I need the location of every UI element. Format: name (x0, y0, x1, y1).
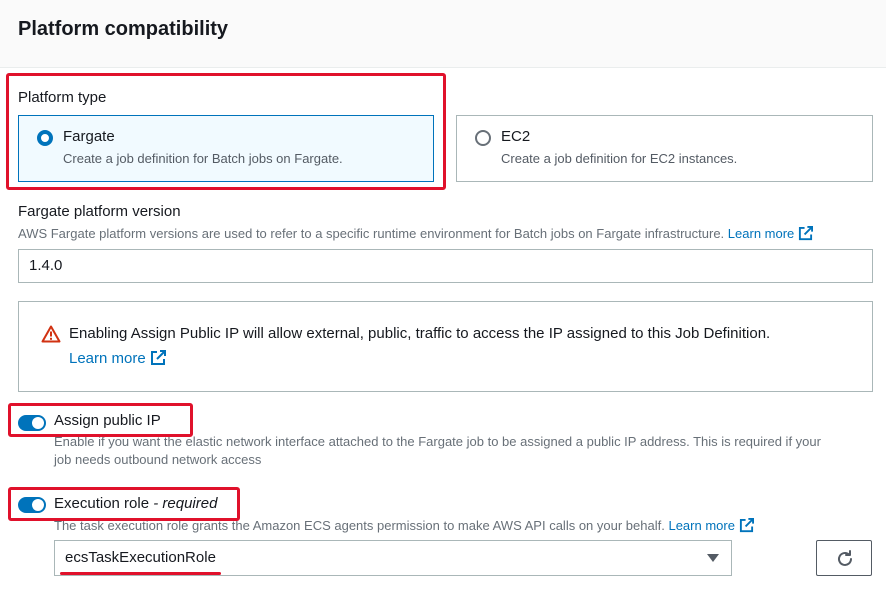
alert-message: Enabling Assign Public IP will allow ext… (69, 325, 771, 342)
platform-option-ec2[interactable]: EC2 Create a job definition for EC2 inst… (456, 115, 873, 182)
warning-icon (41, 325, 61, 343)
annotation-role-underline (60, 572, 221, 575)
assign-public-ip-toggle[interactable] (18, 415, 46, 431)
ec2-option-description: Create a job definition for EC2 instance… (501, 151, 738, 166)
assign-public-ip-description-1: Enable if you want the elastic network i… (54, 434, 821, 449)
caret-down-icon (707, 554, 719, 562)
section-title: Platform compatibility (18, 18, 229, 40)
ec2-radio[interactable] (475, 130, 491, 146)
assign-public-ip-description-2: job needs outbound network access (54, 452, 262, 467)
execution-role-toggle[interactable] (18, 497, 46, 513)
execution-role-learn-more-link[interactable]: Learn more (668, 518, 754, 533)
assign-public-ip-label: Assign public IP (54, 412, 161, 429)
section-header: Platform compatibility (0, 0, 886, 68)
execution-role-selected-value: ecsTaskExecutionRole (65, 549, 216, 566)
fargate-version-description-text: AWS Fargate platform versions are used t… (18, 226, 725, 241)
external-link-icon (150, 350, 166, 365)
alert-learn-more-link[interactable]: Learn more (69, 350, 166, 367)
required-suffix: - required (149, 495, 218, 512)
execution-role-select[interactable]: ecsTaskExecutionRole (54, 540, 732, 576)
fargate-version-description: AWS Fargate platform versions are used t… (18, 226, 814, 241)
fargate-version-label: Fargate platform version (18, 203, 181, 220)
fargate-radio[interactable] (37, 130, 53, 146)
fargate-option-description: Create a job definition for Batch jobs o… (63, 151, 343, 166)
fargate-version-input[interactable]: 1.4.0 (18, 249, 873, 283)
execution-role-label: Execution role - required (54, 495, 218, 512)
external-link-icon (739, 518, 754, 533)
fargate-version-learn-more-link[interactable]: Learn more (728, 226, 814, 241)
public-ip-warning-alert: Enabling Assign Public IP will allow ext… (18, 301, 873, 392)
platform-type-label: Platform type (18, 89, 107, 106)
execution-role-description-text: The task execution role grants the Amazo… (54, 518, 665, 533)
external-link-icon (799, 226, 814, 241)
refresh-roles-button[interactable] (816, 540, 872, 576)
refresh-icon (838, 550, 852, 566)
execution-role-description: The task execution role grants the Amazo… (54, 518, 754, 533)
ec2-option-label: EC2 (501, 128, 531, 145)
platform-option-fargate[interactable]: Fargate Create a job definition for Batc… (18, 115, 434, 182)
fargate-option-label: Fargate (63, 128, 115, 145)
